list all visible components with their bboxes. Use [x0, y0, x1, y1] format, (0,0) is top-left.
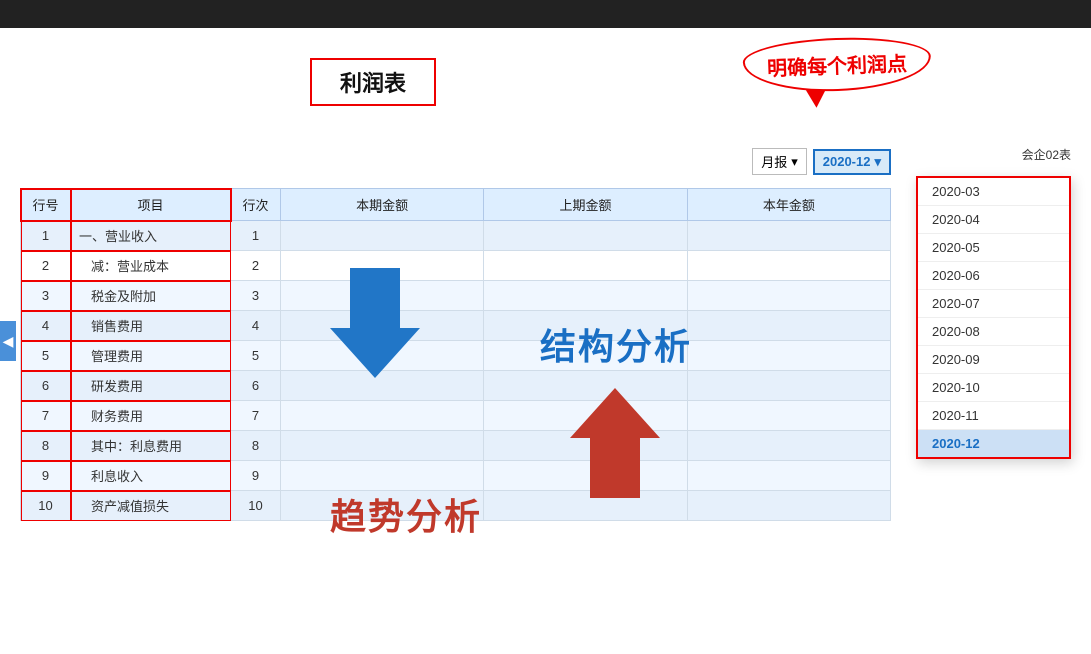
dropdown-item[interactable]: 2020-09 — [918, 346, 1069, 374]
cell-name: 一、营业收入 — [71, 221, 231, 251]
dropdown-item[interactable]: 2020-04 — [918, 206, 1069, 234]
cell-annual-amount — [687, 251, 890, 281]
cell-prev-amount — [484, 251, 687, 281]
col-header-name: 项目 — [71, 189, 231, 221]
cell-seq: 7 — [231, 401, 281, 431]
speech-bubble: 明确每个利润点 — [742, 35, 932, 95]
table-row: 4销售费用4 — [21, 311, 891, 341]
cell-seq: 10 — [231, 491, 281, 521]
cell-id: 8 — [21, 431, 71, 461]
cell-id: 5 — [21, 341, 71, 371]
cell-seq: 5 — [231, 341, 281, 371]
table-row: 9利息收入9 — [21, 461, 891, 491]
table-row: 2减：营业成本2 — [21, 251, 891, 281]
trend-analysis-label: 趋势分析 — [330, 488, 482, 540]
cell-annual-amount — [687, 401, 890, 431]
cell-seq: 8 — [231, 431, 281, 461]
dropdown-panel: 2020-032020-042020-052020-062020-072020-… — [916, 176, 1071, 459]
cell-seq: 2 — [231, 251, 281, 281]
dropdown-item[interactable]: 2020-05 — [918, 234, 1069, 262]
col-header-current: 本期金额 — [281, 189, 484, 221]
table-row: 6研发费用6 — [21, 371, 891, 401]
table-row: 3税金及附加3 — [21, 281, 891, 311]
cell-id: 7 — [21, 401, 71, 431]
table-row: 5管理费用5 — [21, 341, 891, 371]
dropdown-item[interactable]: 2020-06 — [918, 262, 1069, 290]
cell-current-amount — [281, 461, 484, 491]
table-row: 7财务费用7 — [21, 401, 891, 431]
table-wrapper: 行号 项目 行次 本期金额 上期金额 本年金额 1一、营业收入12减：营业成本2… — [20, 188, 891, 644]
cell-seq: 6 — [231, 371, 281, 401]
cell-id: 2 — [21, 251, 71, 281]
cell-name: 资产减值损失 — [71, 491, 231, 521]
cell-annual-amount — [687, 281, 890, 311]
brown-up-arrow — [570, 388, 660, 503]
cell-annual-amount — [687, 221, 890, 251]
dropdown-item[interactable]: 2020-10 — [918, 374, 1069, 402]
cell-annual-amount — [687, 311, 890, 341]
top-controls: 月报 ▾ 2020-12 ▾ — [752, 148, 891, 175]
table-row: 1一、营业收入1 — [21, 221, 891, 251]
col-header-id: 行号 — [21, 189, 71, 221]
cell-name: 减：营业成本 — [71, 251, 231, 281]
cell-seq: 4 — [231, 311, 281, 341]
cell-name: 研发费用 — [71, 371, 231, 401]
dropdown-item[interactable]: 2020-08 — [918, 318, 1069, 346]
cell-name: 税金及附加 — [71, 281, 231, 311]
cell-name: 管理费用 — [71, 341, 231, 371]
col-header-annual: 本年金额 — [687, 189, 890, 221]
cell-current-amount — [281, 431, 484, 461]
main-content: 明确每个利润点 利润表 会企02表 月报 ▾ 2020-12 ▾ 单位：元 ◀ … — [0, 28, 1091, 654]
cell-annual-amount — [687, 431, 890, 461]
cell-id: 3 — [21, 281, 71, 311]
cell-annual-amount — [687, 371, 890, 401]
cell-id: 10 — [21, 491, 71, 521]
cell-seq: 3 — [231, 281, 281, 311]
cell-name: 销售费用 — [71, 311, 231, 341]
cell-name: 财务费用 — [71, 401, 231, 431]
left-collapse-tab[interactable]: ◀ — [0, 321, 16, 361]
period-type-select[interactable]: 月报 ▾ — [752, 148, 807, 175]
cell-annual-amount — [687, 341, 890, 371]
speech-bubble-text: 明确每个利润点 — [767, 54, 908, 81]
dropdown-item[interactable]: 2020-07 — [918, 290, 1069, 318]
page-title: 利润表 — [310, 58, 436, 106]
cell-current-amount — [281, 401, 484, 431]
cell-annual-amount — [687, 461, 890, 491]
company-label: 会企02表 — [1022, 146, 1071, 163]
blue-down-arrow — [330, 268, 420, 383]
cell-id: 1 — [21, 221, 71, 251]
cell-seq: 9 — [231, 461, 281, 491]
col-header-prev: 上期金额 — [484, 189, 687, 221]
cell-seq: 1 — [231, 221, 281, 251]
dropdown-item[interactable]: 2020-11 — [918, 402, 1069, 430]
dropdown-item[interactable]: 2020-03 — [918, 178, 1069, 206]
cell-id: 4 — [21, 311, 71, 341]
table-header-row: 行号 项目 行次 本期金额 上期金额 本年金额 — [21, 189, 891, 221]
cell-id: 6 — [21, 371, 71, 401]
cell-name: 利息收入 — [71, 461, 231, 491]
cell-prev-amount — [484, 221, 687, 251]
dropdown-item[interactable]: 2020-12 — [918, 430, 1069, 457]
period-value-select[interactable]: 2020-12 ▾ — [813, 149, 891, 175]
table-row: 8其中：利息费用8 — [21, 431, 891, 461]
cell-current-amount — [281, 221, 484, 251]
cell-annual-amount — [687, 491, 890, 521]
profit-table: 行号 项目 行次 本期金额 上期金额 本年金额 1一、营业收入12减：营业成本2… — [20, 188, 891, 521]
cell-prev-amount — [484, 281, 687, 311]
col-header-seq: 行次 — [231, 189, 281, 221]
top-bar — [0, 0, 1091, 28]
cell-id: 9 — [21, 461, 71, 491]
structure-analysis-label: 结构分析 — [540, 318, 692, 370]
cell-name: 其中：利息费用 — [71, 431, 231, 461]
